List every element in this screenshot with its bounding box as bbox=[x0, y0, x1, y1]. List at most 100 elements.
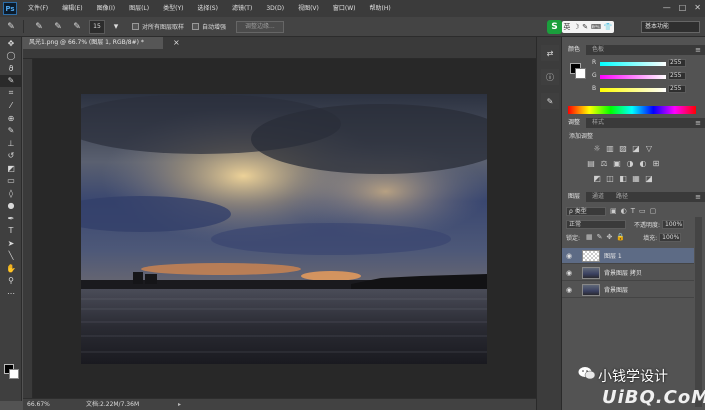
path-selection-icon[interactable]: ➤ bbox=[0, 237, 22, 250]
menu-3d[interactable]: 3D(D) bbox=[259, 0, 291, 17]
menu-help[interactable]: 帮助(H) bbox=[363, 0, 398, 17]
line-tool-icon[interactable]: ╲ bbox=[0, 250, 22, 263]
blur-tool-icon[interactable]: ◊ bbox=[0, 187, 22, 200]
ime-toolbar[interactable]: 英 ☽ ✎ ⌨ 👕 bbox=[562, 21, 614, 33]
red-slider[interactable]: R 255 bbox=[592, 59, 702, 68]
exposure-icon[interactable]: ◪ bbox=[631, 143, 641, 153]
brush-settings-icon[interactable]: ▾ bbox=[108, 20, 124, 34]
document-tab[interactable]: 风光1.png @ 66.7% (图层 1, RGB/8#) * bbox=[23, 37, 163, 49]
vertical-ruler[interactable] bbox=[23, 59, 33, 398]
auto-enhance-checkbox[interactable] bbox=[192, 23, 200, 30]
threshold-icon[interactable]: ◧ bbox=[618, 173, 628, 183]
sogou-ime-icon[interactable]: S bbox=[547, 20, 562, 34]
history-brush-icon[interactable]: ↺ bbox=[0, 150, 22, 163]
eraser-tool-icon[interactable]: ◩ bbox=[0, 162, 22, 175]
more-tools-icon[interactable]: ⋯ bbox=[0, 287, 22, 300]
type-tool-icon[interactable]: T bbox=[0, 225, 22, 238]
gradient-tool-icon[interactable]: ▭ bbox=[0, 175, 22, 188]
info-panel-icon[interactable]: ⓘ bbox=[541, 69, 559, 85]
menu-image[interactable]: 图像(I) bbox=[90, 0, 122, 17]
keyboard-icon[interactable]: ⌨ bbox=[591, 23, 601, 31]
layer-name[interactable]: 背景图层 bbox=[604, 285, 628, 294]
maximize-button[interactable]: □ bbox=[679, 3, 687, 12]
close-window-button[interactable]: ✕ bbox=[694, 3, 701, 12]
background-color-swatch[interactable] bbox=[9, 369, 19, 379]
dodge-tool-icon[interactable]: ● bbox=[0, 200, 22, 213]
visibility-eye-icon[interactable]: ◉ bbox=[562, 269, 576, 277]
eyedropper-tool-icon[interactable]: ⁄ bbox=[0, 100, 22, 113]
healing-brush-icon[interactable]: ⊕ bbox=[0, 112, 22, 125]
filter-smart-icon[interactable]: ▢ bbox=[650, 207, 657, 215]
filter-adjustment-icon[interactable]: ◐ bbox=[621, 207, 627, 215]
move-tool-icon[interactable]: ✥ bbox=[0, 37, 22, 50]
menu-window[interactable]: 窗口(W) bbox=[326, 0, 363, 17]
menu-type[interactable]: 类型(Y) bbox=[156, 0, 190, 17]
lock-all-icon[interactable]: 🔒 bbox=[616, 233, 625, 241]
layer-row-2[interactable]: ◉ 背景图层 拷贝 bbox=[562, 265, 694, 281]
red-value[interactable]: 255 bbox=[668, 59, 686, 67]
refine-edge-button[interactable]: 调整边缘... bbox=[236, 20, 284, 33]
green-slider[interactable]: G 255 bbox=[592, 72, 702, 81]
tab-channels[interactable]: 通道 bbox=[586, 192, 610, 202]
green-track[interactable] bbox=[600, 75, 666, 79]
quick-selection-tool-icon[interactable]: ✎ bbox=[0, 74, 22, 87]
brush-tool-icon[interactable]: ✎ bbox=[0, 125, 22, 138]
horizontal-ruler[interactable] bbox=[23, 49, 536, 59]
filter-pixel-icon[interactable]: ▣ bbox=[610, 207, 617, 215]
invert-icon[interactable]: ◩ bbox=[592, 173, 602, 183]
green-value[interactable]: 255 bbox=[668, 72, 686, 80]
fill-input[interactable]: 100% bbox=[659, 232, 682, 242]
menu-select[interactable]: 选择(S) bbox=[190, 0, 225, 17]
brightness-icon[interactable]: ☼ bbox=[592, 143, 602, 153]
channel-mixer-icon[interactable]: ◐ bbox=[638, 158, 648, 168]
new-selection-icon[interactable]: ✎ bbox=[31, 20, 47, 34]
panel-menu-icon[interactable]: ≡ bbox=[695, 118, 701, 128]
menu-filter[interactable]: 滤镜(T) bbox=[225, 0, 259, 17]
layer-row-3[interactable]: ◉ 背景图层 bbox=[562, 282, 694, 298]
moon-icon[interactable]: ☽ bbox=[573, 23, 579, 31]
add-to-selection-icon[interactable]: ✎ bbox=[50, 20, 66, 34]
status-menu-icon[interactable]: ▸ bbox=[178, 399, 181, 410]
blue-value[interactable]: 255 bbox=[668, 85, 686, 93]
zoom-level[interactable]: 66.67% bbox=[27, 399, 50, 410]
clone-stamp-icon[interactable]: ⊥ bbox=[0, 137, 22, 150]
menu-edit[interactable]: 编辑(E) bbox=[55, 0, 89, 17]
zoom-tool-icon[interactable]: ⚲ bbox=[0, 275, 22, 288]
crop-tool-icon[interactable]: ⌗ bbox=[0, 87, 22, 100]
hand-tool-icon[interactable]: ✋ bbox=[0, 262, 22, 275]
gradient-map-icon[interactable]: ▦ bbox=[631, 173, 641, 183]
blue-track[interactable] bbox=[600, 88, 666, 92]
posterize-icon[interactable]: ◫ bbox=[605, 173, 615, 183]
curves-icon[interactable]: ▨ bbox=[618, 143, 628, 153]
skin-icon[interactable]: 👕 bbox=[604, 23, 613, 31]
lock-pixels-icon[interactable]: ✎ bbox=[597, 233, 603, 241]
layers-scrollbar[interactable] bbox=[695, 217, 702, 407]
menu-view[interactable]: 视图(V) bbox=[291, 0, 326, 17]
landscape-photo[interactable] bbox=[81, 94, 487, 364]
pen-tool-icon[interactable]: ✒ bbox=[0, 212, 22, 225]
tab-swatches[interactable]: 色板 bbox=[586, 45, 610, 55]
brush-panel-icon[interactable]: ✎ bbox=[541, 93, 559, 109]
panel-menu-icon[interactable]: ≡ bbox=[695, 192, 701, 202]
history-panel-icon[interactable]: ⇄ bbox=[541, 45, 559, 61]
tab-layers[interactable]: 图层 bbox=[562, 192, 587, 202]
brush-size-picker[interactable]: 15 bbox=[89, 19, 105, 34]
lock-position-icon[interactable]: ✥ bbox=[607, 233, 613, 241]
pen-icon[interactable]: ✎ bbox=[582, 23, 588, 31]
visibility-eye-icon[interactable]: ◉ bbox=[562, 286, 576, 294]
levels-icon[interactable]: ▥ bbox=[605, 143, 615, 153]
lasso-tool-icon[interactable]: ϑ bbox=[0, 62, 22, 75]
subtract-selection-icon[interactable]: ✎ bbox=[69, 20, 85, 34]
marquee-tool-icon[interactable]: ◯ bbox=[0, 50, 22, 63]
workspace-select[interactable]: 基本功能 bbox=[641, 21, 700, 33]
opacity-input[interactable]: 100% bbox=[662, 219, 685, 229]
blue-slider[interactable]: B 255 bbox=[592, 85, 702, 94]
tool-preset-picker[interactable]: ✎ bbox=[3, 20, 19, 34]
layer-name[interactable]: 背景图层 拷贝 bbox=[604, 268, 642, 277]
blend-mode-select[interactable]: 正常 bbox=[566, 219, 626, 229]
color-spectrum-bar[interactable] bbox=[568, 106, 696, 114]
panel-menu-icon[interactable]: ≡ bbox=[695, 45, 701, 55]
sample-all-layers-checkbox[interactable] bbox=[132, 23, 139, 30]
layer-row-1[interactable]: ◉ 图层 1 bbox=[562, 248, 694, 264]
filter-shape-icon[interactable]: ▭ bbox=[639, 207, 646, 215]
